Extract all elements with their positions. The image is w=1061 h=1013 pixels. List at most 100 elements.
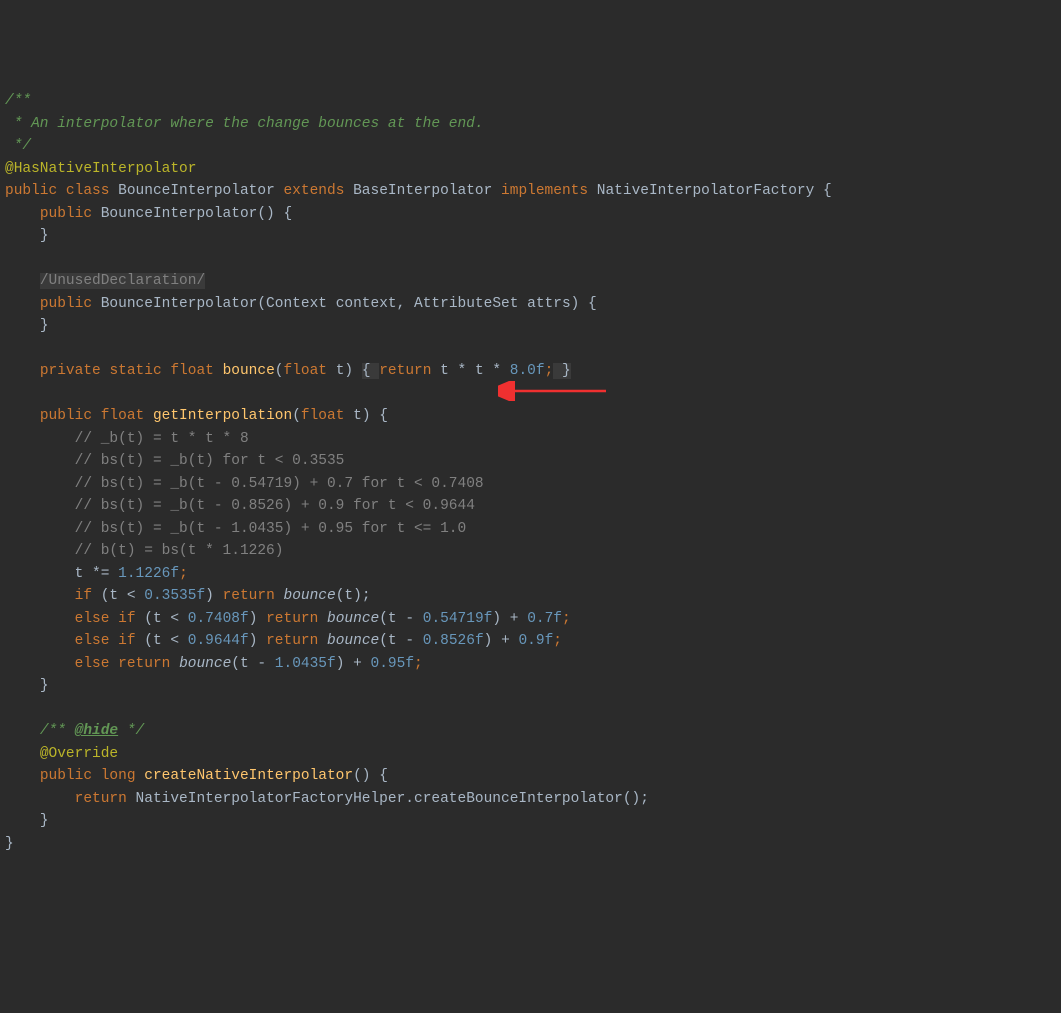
code-fold[interactable]: } [553, 363, 570, 379]
brace: { [823, 183, 832, 199]
ctor-sig: BounceInterpolator() { [101, 206, 292, 222]
kw: public [40, 768, 92, 784]
super-class: BaseInterpolator [353, 183, 492, 199]
stmt: t *= [75, 566, 119, 582]
number: 8.0f [510, 363, 545, 379]
kw: class [66, 183, 110, 199]
call: (t); [336, 588, 371, 604]
kw: return [75, 791, 127, 807]
comment: // b(t) = bs(t * 1.1226) [75, 543, 284, 559]
plus: ) + [336, 656, 371, 672]
paren: ) [249, 633, 266, 649]
code-editor[interactable]: /** * An interpolator where the change b… [5, 90, 1056, 855]
method-call: bounce [327, 633, 379, 649]
number: 1.0435f [275, 656, 336, 672]
semi: ; [179, 566, 188, 582]
suppress-warning: /UnusedDeclaration/ [40, 273, 205, 289]
kw: else [75, 611, 110, 627]
number: 0.3535f [144, 588, 205, 604]
param: context [336, 296, 397, 312]
semi: ; [414, 656, 423, 672]
kw: else [75, 656, 110, 672]
sig: ( [292, 408, 301, 424]
sig: ) [344, 363, 361, 379]
interface-name: NativeInterpolatorFactory [597, 183, 815, 199]
kw: else [75, 633, 110, 649]
method-call: bounce [284, 588, 336, 604]
kw: return [266, 633, 318, 649]
number: 0.8526f [423, 633, 484, 649]
method-call: .createBounceInterpolator(); [405, 791, 649, 807]
method-call: bounce [179, 656, 231, 672]
ctor-sig: BounceInterpolator(Context [101, 296, 336, 312]
semi: ; [553, 633, 562, 649]
kw: public [40, 408, 92, 424]
class-ref: NativeInterpolatorFactoryHelper [136, 791, 406, 807]
plus: ) + [492, 611, 527, 627]
class-name: BounceInterpolator [118, 183, 275, 199]
comma: , [397, 296, 414, 312]
sp [318, 611, 327, 627]
expr: t * t * [431, 363, 509, 379]
sig: ) { [362, 408, 388, 424]
comment: // bs(t) = _b(t) for t < 0.3535 [75, 453, 345, 469]
kw: public [40, 206, 92, 222]
cond: (t < [136, 633, 188, 649]
javadoc-tag: @hide [75, 723, 119, 739]
annotation: @HasNativeInterpolator [5, 161, 196, 177]
sig: () { [353, 768, 388, 784]
cond: (t < [92, 588, 144, 604]
semi: ; [545, 363, 554, 379]
javadoc-line: /** [40, 723, 75, 739]
sig: ( [275, 363, 284, 379]
call: (t - [231, 656, 275, 672]
param: attrs [527, 296, 571, 312]
kw: if [75, 588, 92, 604]
kw: return [379, 363, 431, 379]
number: 0.7408f [188, 611, 249, 627]
kw: float [101, 408, 145, 424]
javadoc-line: * An interpolator where the change bounc… [5, 116, 484, 132]
number: 0.7f [527, 611, 562, 627]
kw: implements [501, 183, 588, 199]
comment: // _b(t) = t * t * 8 [75, 431, 249, 447]
kw: long [101, 768, 136, 784]
number: 0.9644f [188, 633, 249, 649]
kw: if [118, 611, 135, 627]
comment: // bs(t) = _b(t - 0.54719) + 0.7 for t <… [75, 476, 484, 492]
sp [275, 588, 284, 604]
brace: } [40, 318, 49, 334]
paren: ) [205, 588, 222, 604]
javadoc-line: */ [5, 138, 31, 154]
brace: } [40, 228, 49, 244]
kw: return [223, 588, 275, 604]
kw: static [109, 363, 161, 379]
number: 0.9f [518, 633, 553, 649]
sp [170, 656, 179, 672]
ctor-sig: ) { [571, 296, 597, 312]
javadoc-line: /** [5, 93, 31, 109]
kw: float [284, 363, 328, 379]
ctor-sig: AttributeSet [414, 296, 527, 312]
annotation: @Override [40, 746, 118, 762]
number: 1.1226f [118, 566, 179, 582]
kw: public [40, 296, 92, 312]
plus: ) + [484, 633, 519, 649]
method-name: createNativeInterpolator [144, 768, 353, 784]
sp [318, 633, 327, 649]
kw: float [170, 363, 214, 379]
comment: // bs(t) = _b(t - 1.0435) + 0.95 for t <… [75, 521, 467, 537]
method-name: bounce [223, 363, 275, 379]
kw: return [118, 656, 170, 672]
number: 0.54719f [423, 611, 493, 627]
code-fold[interactable]: { [362, 363, 379, 379]
kw: private [40, 363, 101, 379]
method-call: bounce [327, 611, 379, 627]
param: t [353, 408, 362, 424]
kw: if [118, 633, 135, 649]
brace: } [5, 836, 14, 852]
paren: ) [249, 611, 266, 627]
kw: extends [283, 183, 344, 199]
semi: ; [562, 611, 571, 627]
kw: return [266, 611, 318, 627]
